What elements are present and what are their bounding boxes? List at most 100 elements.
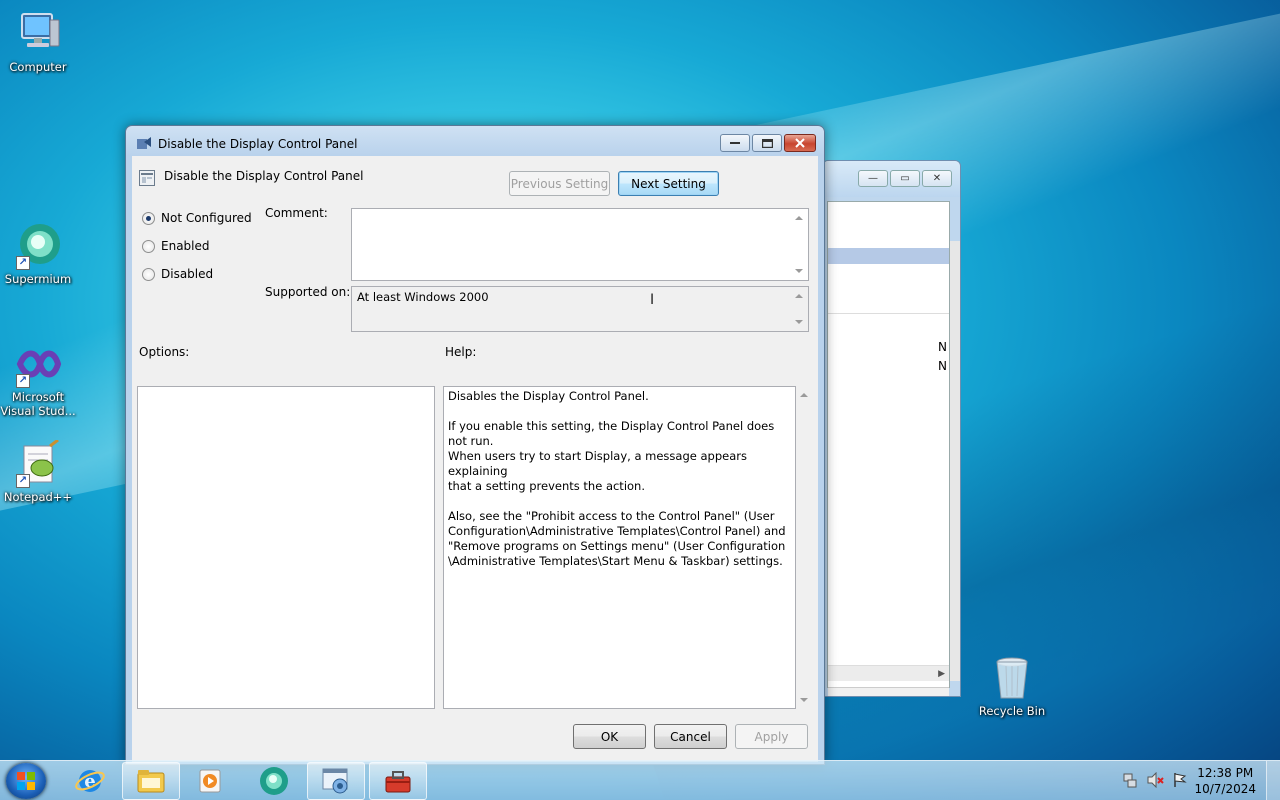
clock-date: 10/7/2024 [1194, 782, 1256, 796]
help-text: Disables the Display Control Panel. If y… [448, 389, 786, 568]
supported-on-scrollbar[interactable] [791, 287, 808, 331]
scroll-down-icon[interactable] [800, 698, 808, 702]
taskbar-toolbox[interactable] [369, 762, 427, 800]
minimize-icon[interactable]: — [858, 170, 888, 187]
supported-on-field[interactable]: At least Windows 2000 I [351, 286, 809, 332]
network-icon[interactable] [1122, 772, 1138, 788]
taskbar-media-player[interactable] [182, 762, 240, 800]
start-orb-icon [17, 772, 35, 790]
help-panel[interactable]: Disables the Display Control Panel. If y… [443, 386, 796, 709]
supported-on-value: At least Windows 2000 [357, 290, 489, 304]
background-window-titlebar[interactable]: — ▭ ✕ [823, 161, 960, 197]
scroll-up-icon[interactable] [800, 393, 808, 397]
shortcut-arrow-icon: ↗ [16, 474, 30, 488]
minimize-button[interactable] [720, 134, 750, 152]
taskbar-control-panel[interactable] [307, 762, 365, 800]
supermium-icon: ↗ [14, 222, 62, 270]
desktop-icon-label: Supermium [4, 272, 72, 286]
horizontal-scrollbar[interactable]: ▶ [828, 665, 949, 681]
cancel-button[interactable]: Cancel [654, 724, 727, 749]
volume-muted-icon[interactable] [1146, 771, 1164, 789]
help-label: Help: [445, 345, 477, 359]
desktop-icon-label: Recycle Bin [978, 704, 1046, 718]
previous-setting-button[interactable]: Previous Setting [509, 171, 610, 196]
dialog-title: Disable the Display Control Panel [158, 137, 358, 151]
radio-not-configured[interactable]: Not Configured [142, 211, 252, 225]
shortcut-arrow-icon: ↗ [16, 374, 30, 388]
taskbar-supermium[interactable] [245, 762, 303, 800]
scroll-up-icon[interactable] [795, 294, 803, 298]
next-setting-button[interactable]: Next Setting [618, 171, 719, 196]
dialog-titlebar[interactable]: Disable the Display Control Panel [136, 135, 357, 153]
taskbar: e 12:38 PM 10/7/2024 [0, 760, 1280, 800]
control-panel-icon [322, 768, 348, 794]
visual-studio-icon: ↗ [14, 340, 62, 388]
vertical-scrollbar[interactable] [950, 241, 960, 681]
computer-icon [14, 10, 62, 58]
comment-value [352, 209, 808, 215]
comment-scrollbar[interactable] [791, 209, 808, 280]
maximize-icon[interactable]: ▭ [890, 170, 920, 187]
window-controls [720, 134, 816, 152]
row-cell: N [938, 340, 947, 354]
comment-textarea[interactable] [351, 208, 809, 281]
close-icon[interactable]: ✕ [922, 170, 952, 187]
row-cell: N [938, 359, 947, 373]
taskbar-internet-explorer[interactable]: e [61, 762, 119, 800]
desktop-icon-label: Microsoft Visual Stud... [0, 390, 76, 418]
policy-dialog[interactable]: Disable the Display Control Panel Disabl… [125, 125, 825, 765]
close-button[interactable] [784, 134, 816, 152]
radio-label: Not Configured [161, 211, 252, 225]
desktop-icon-visual-studio[interactable]: ↗ Microsoft Visual Stud... [0, 340, 76, 418]
taskbar-file-explorer[interactable] [122, 762, 180, 800]
policy-app-icon [136, 136, 152, 152]
toolbox-icon [385, 771, 411, 793]
table-row[interactable]: N [828, 359, 949, 375]
ok-button[interactable]: OK [573, 724, 646, 749]
options-label: Options: [139, 345, 190, 359]
dialog-client-area: Disable the Display Control Panel Previo… [132, 156, 818, 762]
show-desktop-button[interactable] [1266, 761, 1280, 800]
clock[interactable]: 12:38 PM 10/7/2024 [1194, 765, 1256, 797]
desktop-icon-recycle-bin[interactable]: Recycle Bin [974, 654, 1050, 718]
desktop-icon-computer[interactable]: Computer [0, 10, 76, 74]
text-cursor-icon: I [650, 292, 655, 308]
desktop-icon-notepadpp[interactable]: ↗ Notepad++ [0, 438, 76, 504]
background-window-header [828, 298, 949, 314]
radio-unselected-icon [142, 267, 155, 281]
policy-name: Disable the Display Control Panel [164, 169, 364, 183]
policy-setting-icon [139, 170, 155, 186]
scroll-down-icon[interactable] [795, 269, 803, 273]
supermium-icon [260, 767, 288, 795]
notepadpp-icon: ↗ [14, 438, 62, 488]
background-window-content: N N ▶ [827, 201, 950, 696]
radio-label: Disabled [161, 267, 214, 281]
options-panel[interactable] [137, 386, 435, 709]
radio-enabled[interactable]: Enabled [142, 239, 210, 253]
file-explorer-icon [137, 770, 165, 793]
status-bar [828, 687, 949, 696]
start-button[interactable] [6, 763, 46, 799]
radio-disabled[interactable]: Disabled [142, 267, 213, 281]
internet-explorer-icon: e [75, 770, 105, 792]
supported-on-label: Supported on: [265, 285, 351, 299]
table-row[interactable]: N [828, 340, 949, 356]
background-window-selected-row[interactable] [828, 248, 949, 264]
apply-button[interactable]: Apply [735, 724, 808, 749]
background-window[interactable]: — ▭ ✕ N N ▶ [822, 160, 961, 697]
shortcut-arrow-icon: ↗ [16, 256, 30, 270]
maximize-icon [761, 138, 773, 148]
action-center-flag-icon[interactable] [1172, 772, 1188, 788]
minimize-icon [730, 142, 740, 144]
scroll-up-icon[interactable] [795, 216, 803, 220]
close-icon [795, 138, 805, 148]
scroll-down-icon[interactable] [795, 320, 803, 324]
radio-selected-icon [142, 211, 155, 225]
help-scrollbar[interactable] [796, 386, 813, 709]
maximize-button[interactable] [752, 134, 782, 152]
desktop-icon-supermium[interactable]: ↗ Supermium [0, 222, 76, 286]
recycle-bin-icon [988, 654, 1036, 702]
clock-time: 12:38 PM [1197, 766, 1254, 780]
comment-label: Comment: [265, 206, 328, 220]
radio-unselected-icon [142, 239, 155, 253]
